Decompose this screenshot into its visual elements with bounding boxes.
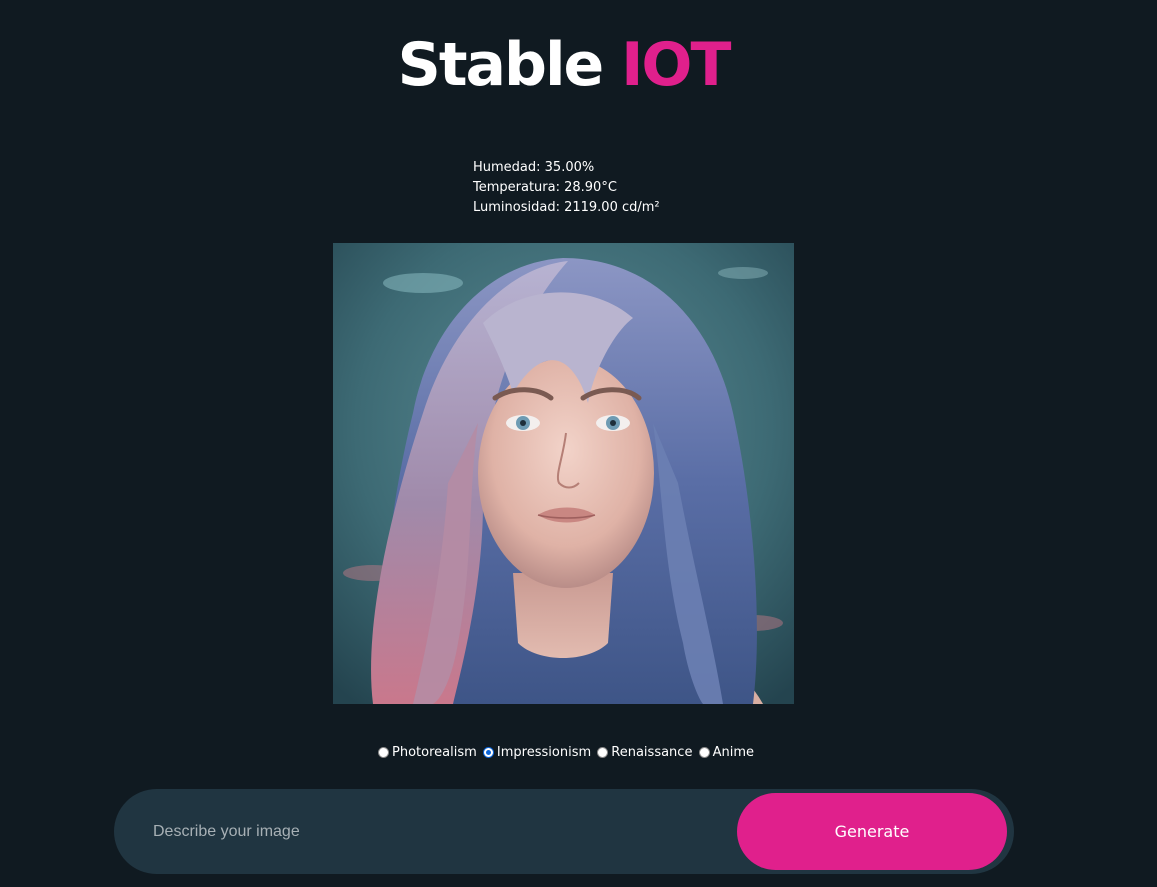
- style-selector: Photorealism Impressionism Renaissance A…: [0, 743, 1132, 766]
- radio-photorealism[interactable]: [378, 746, 389, 758]
- style-option-photorealism[interactable]: Photorealism: [378, 743, 477, 763]
- style-label-anime: Anime: [712, 745, 754, 760]
- luminosity-reading: Luminosidad: 2119.00 cd/m²: [473, 200, 660, 215]
- style-label-photorealism: Photorealism: [392, 745, 477, 760]
- prompt-input[interactable]: [151, 811, 715, 853]
- style-option-anime[interactable]: Anime: [698, 743, 754, 763]
- portrait-illustration: [333, 243, 794, 704]
- style-label-renaissance: Renaissance: [611, 745, 693, 760]
- temperature-reading: Temperatura: 28.90°C: [473, 180, 617, 195]
- style-label-impressionism: Impressionism: [496, 745, 592, 760]
- radio-anime[interactable]: [698, 746, 710, 758]
- generated-image: [333, 243, 794, 704]
- title-main: Stable: [397, 30, 605, 100]
- page-title: Stable IOT: [0, 30, 1127, 100]
- radio-renaissance[interactable]: [597, 746, 609, 758]
- style-option-impressionism[interactable]: Impressionism: [482, 743, 592, 763]
- prompt-bar: Generate: [114, 789, 1014, 874]
- app-root: Stable IOT Humedad: 35.00% Temperatura: …: [0, 0, 1157, 887]
- radio-impressionism[interactable]: [482, 746, 494, 758]
- style-option-renaissance[interactable]: Renaissance: [597, 743, 692, 763]
- title-accent: IOT: [621, 30, 731, 100]
- sensor-readings: Humedad: 35.00% Temperatura: 28.90°C Lum…: [473, 158, 660, 218]
- humidity-reading: Humedad: 35.00%: [473, 160, 595, 175]
- generate-button[interactable]: Generate: [737, 793, 1007, 870]
